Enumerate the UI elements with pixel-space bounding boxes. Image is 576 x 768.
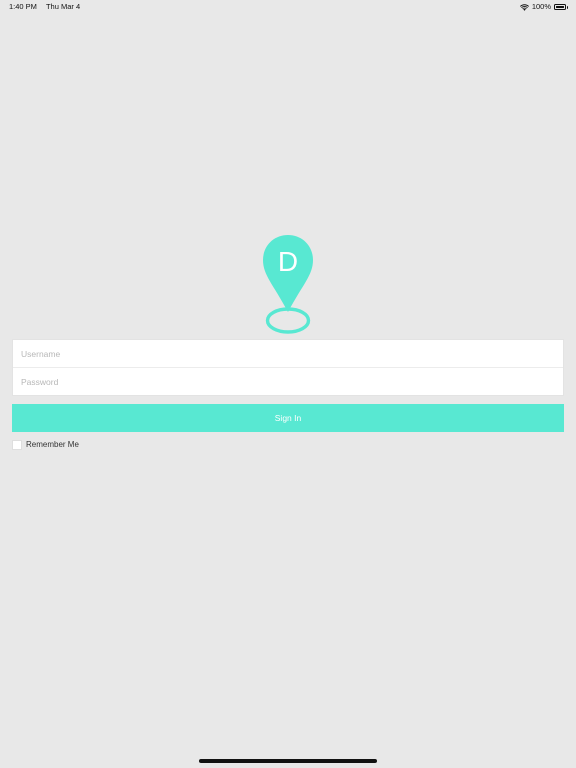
status-time: 1:40 PM [9,2,37,11]
password-input[interactable] [13,368,563,395]
remember-me-checkbox[interactable] [12,439,22,450]
wifi-icon [519,3,529,11]
username-input[interactable] [13,340,563,367]
location-pin-icon: D [263,235,313,334]
login-form: Sign In Remember Me [12,339,564,450]
remember-me-row: Remember Me [12,439,564,450]
logo-letter: D [278,246,298,277]
home-indicator [199,759,377,763]
status-bar: 1:40 PM Thu Mar 4 100% [0,0,576,14]
remember-me-label[interactable]: Remember Me [26,439,79,450]
battery-percentage: 100% [531,2,551,11]
status-right: 100% [519,0,568,14]
app-logo: D [261,235,315,335]
status-date: Thu Mar 4 [45,2,81,11]
battery-full-icon [554,4,568,10]
status-left: 1:40 PM Thu Mar 4 [9,0,80,14]
sign-in-button[interactable]: Sign In [12,404,564,432]
credentials-group [12,339,564,396]
